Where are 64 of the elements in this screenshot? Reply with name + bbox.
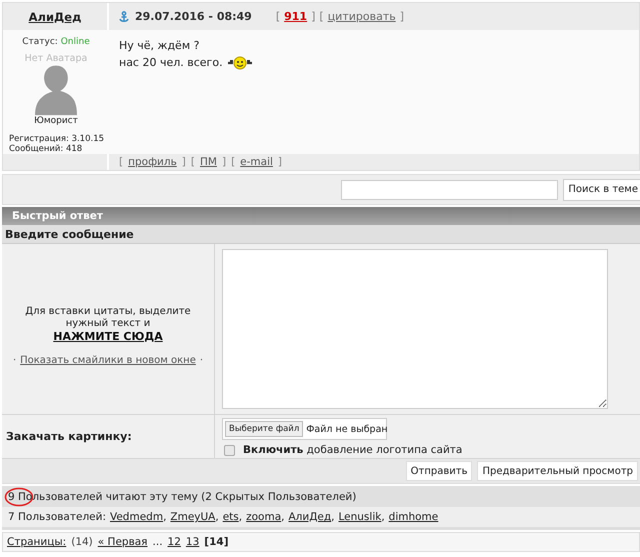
section-subheader: Введите сообщение (2, 225, 640, 244)
member-link[interactable]: Vedmedm (110, 511, 164, 523)
comma: , (331, 511, 334, 523)
page-link[interactable]: 13 (186, 536, 200, 548)
pages-link[interactable]: Страницы: (7, 536, 66, 548)
comma: , (281, 511, 284, 523)
current-page: [14] (204, 536, 228, 548)
page-count: (14) (71, 536, 93, 548)
member-link[interactable]: ZmeyUA (170, 511, 216, 523)
preview-button[interactable]: Предварительный просмотр (477, 461, 638, 481)
quote-link[interactable]: НАЖМИТЕ СЮДА (53, 330, 163, 343)
member-link[interactable]: zooma (246, 511, 282, 523)
bracket: ] (400, 10, 404, 23)
upload-label: Закачать картинку: (2, 415, 215, 458)
bracket: ] (311, 10, 316, 23)
checkbox-label: Включить добавление логотипа сайта (243, 444, 462, 456)
choose-file-button[interactable]: Выберите файл (225, 421, 304, 437)
status-text: Статус: Online (22, 37, 90, 47)
smilies-link[interactable]: Показать смайлики в новом окне (20, 355, 196, 366)
separator-dot: · (12, 355, 16, 366)
messages-count: Сообщений: 418 (9, 144, 84, 154)
anchor-icon (119, 10, 129, 22)
section-header: Быстрый ответ (2, 207, 640, 225)
bracket: [ (119, 156, 124, 168)
message-text: нас 20 чел. всего. (119, 55, 223, 71)
comma: , (215, 511, 219, 523)
bracket: ] (222, 156, 226, 168)
message-textarea[interactable] (222, 249, 608, 409)
comma: , (238, 511, 242, 523)
members-label: 7 Пользователей: (8, 511, 106, 523)
message-text: Ну чё, ждём ? (119, 38, 200, 54)
email-link[interactable]: e-mail (240, 156, 273, 168)
separator-dot: · (200, 355, 204, 366)
post-number-link[interactable]: 911 (284, 10, 308, 23)
search-button[interactable]: Поиск в теме (563, 178, 640, 200)
file-status-text: Файл не выбран (306, 424, 388, 434)
bracket: [ (190, 156, 195, 168)
send-button[interactable]: Отправить (406, 461, 472, 481)
avatar-caption: Нет Аватара (24, 53, 88, 64)
comma: , (163, 511, 166, 523)
member-link[interactable]: ets (222, 511, 239, 523)
member-link[interactable]: Lenuslik (338, 511, 382, 523)
file-input[interactable]: Выберите файл Файл не выбран (222, 418, 387, 440)
member-link[interactable]: dimhome (388, 511, 438, 523)
bracket: [ (276, 10, 280, 23)
ellipsis: ... (152, 536, 163, 548)
page-link[interactable]: 12 (168, 536, 181, 548)
bracket: ] (278, 156, 282, 168)
rank-text: Юморист (34, 116, 78, 126)
bracket: ] (182, 156, 186, 168)
first-page-link[interactable]: « Первая (98, 536, 148, 548)
waving-smiley-icon (226, 56, 253, 70)
comma: , (381, 511, 385, 523)
post-date: 29.07.2016 - 08:49 (135, 10, 252, 23)
registration-text: Регистрация: 3.10.15 (9, 134, 104, 144)
quote-hint-text: Для вставки цитаты, выделите нужный текст и (24, 306, 192, 330)
search-field[interactable] (341, 180, 558, 200)
profile-link[interactable]: профиль (128, 156, 177, 168)
member-link[interactable]: АлиДед (288, 511, 332, 523)
quote-link[interactable]: цитировать (328, 10, 396, 23)
bracket: [ (319, 10, 324, 23)
bracket: [ (231, 156, 236, 168)
checkbox[interactable] (224, 444, 235, 456)
pm-link[interactable]: ПМ (200, 156, 217, 168)
